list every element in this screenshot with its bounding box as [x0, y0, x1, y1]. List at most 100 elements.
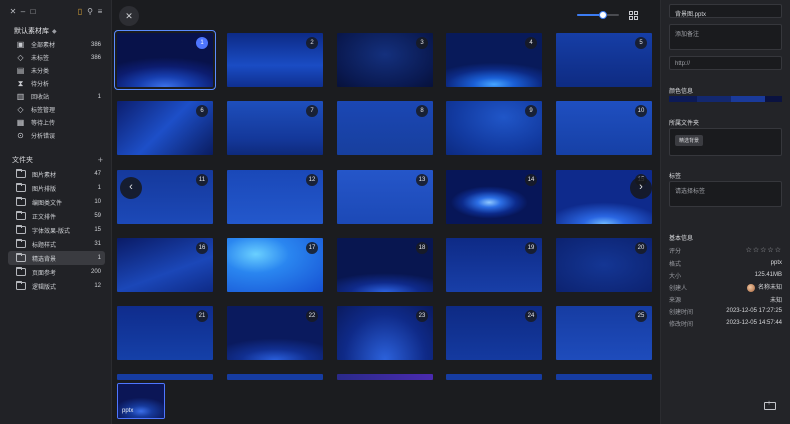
created-row: 创建时间 2023-12-05 17:27:25 [669, 306, 782, 316]
thumbnail-card[interactable]: 3 [337, 33, 433, 87]
bookmark-icon[interactable]: ▯ [75, 6, 85, 18]
nav-item-label: 全部素材 [31, 43, 56, 49]
nav-item-analysis-errors[interactable]: ⊙ 分析错误 [8, 129, 105, 142]
palette-swatch[interactable] [765, 96, 782, 102]
thumbnail-number-badge: 4 [525, 37, 537, 49]
folder-item[interactable]: 逻辑版式 12 [8, 279, 105, 293]
folder-field[interactable]: 精选背景 [669, 128, 782, 156]
thumbnail-number-badge: 1 [196, 37, 208, 49]
tag-field[interactable]: 请选择标签 [669, 181, 782, 207]
close-window-icon[interactable]: ✕ [8, 6, 18, 18]
thumbnail-card[interactable]: 1 [114, 30, 216, 90]
thumbnail-card[interactable]: 24 [446, 306, 542, 360]
thumbnail-number-badge: 3 [416, 37, 428, 49]
error-icon: ⊙ [17, 131, 24, 140]
thumbnail-card[interactable]: 22 [227, 306, 323, 360]
file-type-label: pptx [122, 408, 134, 414]
folder-item[interactable]: 正文排件 59 [8, 209, 105, 223]
folder-icon [16, 169, 26, 178]
format-row: 格式 pptx [669, 258, 782, 268]
thumbnail-number-badge: 8 [416, 105, 428, 117]
thumbnail-card[interactable]: 2 [227, 33, 323, 87]
unclassified-icon: ▤ [16, 66, 25, 75]
nav-item-trash[interactable]: ▥ 回收站 1 [8, 90, 105, 103]
next-arrow-button[interactable]: › [630, 177, 652, 199]
thumbnail-number-badge: 7 [306, 105, 318, 117]
palette-swatch[interactable] [731, 96, 766, 102]
menu-icon[interactable]: ≡ [95, 6, 105, 18]
selection-tray: pptx [113, 380, 659, 424]
thumbnail-card[interactable]: 21 [117, 306, 213, 360]
nav-item-label: 分析错误 [31, 134, 56, 140]
thumbnail-card[interactable]: 23 [337, 306, 433, 360]
folder-item[interactable]: 页面参考 200 [8, 265, 105, 279]
folder-label: 页面参考 [32, 270, 57, 277]
grid-view-icon[interactable] [629, 10, 638, 20]
thumbnail-card[interactable]: 7 [227, 101, 323, 155]
thumbnail-card[interactable]: 13 [337, 170, 433, 224]
thumbnail-number-badge: 18 [416, 242, 428, 254]
nav-item-pending-upload[interactable]: ▦ 等待上传 [8, 116, 105, 129]
tray-thumbnail[interactable]: pptx [117, 383, 165, 419]
nav-item-unclassified[interactable]: ▤ 未分类 [8, 64, 105, 77]
folder-count: 47 [94, 171, 101, 177]
add-folder-icon[interactable]: + [98, 155, 103, 165]
nav-item-label: 标签管理 [31, 108, 56, 114]
maximize-icon[interactable]: □ [28, 6, 38, 18]
folder-section-title: 所属文件夹 [669, 121, 700, 127]
open-folder-icon[interactable] [764, 400, 776, 410]
thumbnail-card[interactable]: 14 [446, 170, 542, 224]
zoom-slider[interactable] [577, 11, 619, 19]
folder-count: 12 [94, 283, 101, 289]
thumbnail-card[interactable]: 18 [337, 238, 433, 292]
nav-item-all-assets[interactable]: ▣ 全部素材 386 [8, 38, 105, 51]
folder-chip[interactable]: 精选背景 [675, 135, 704, 146]
folder-item-selected[interactable]: 精选背景 1 [8, 251, 105, 265]
folders-header: 文件夹 + [12, 155, 103, 165]
thumbnail-card[interactable]: 16 [117, 238, 213, 292]
thumbnail-card[interactable]: 9 [446, 101, 542, 155]
thumbnail-card[interactable]: 8 [337, 101, 433, 155]
folder-item[interactable]: 标题样式 31 [8, 237, 105, 251]
folder-label: 图片排版 [32, 186, 57, 193]
folder-icon [16, 267, 26, 276]
thumbnail-card[interactable]: 4 [446, 33, 542, 87]
url-field[interactable]: http:// [669, 56, 782, 70]
creator-label: 创建人 [669, 285, 688, 292]
asset-grid: ✕ 12345678910111213141516171819202122232… [113, 0, 659, 424]
close-preview-button[interactable]: ✕ [119, 6, 139, 26]
thumbnail-card[interactable]: 17 [227, 238, 323, 292]
rating-stars[interactable]: ☆☆☆☆☆ [703, 246, 782, 254]
file-name-field[interactable]: 背景图.pptx [669, 4, 782, 18]
thumbnail-card[interactable]: 20 [556, 238, 652, 292]
pin-icon[interactable]: ⚲ [85, 6, 95, 18]
upload-icon: ▦ [16, 118, 25, 127]
thumbnail-card[interactable]: 25 [556, 306, 652, 360]
created-value: 2023-12-05 17:27:25 [726, 308, 782, 314]
palette-swatch[interactable] [697, 96, 732, 102]
zoom-slider-handle[interactable] [599, 11, 608, 19]
thumbnail-card[interactable]: 12 [227, 170, 323, 224]
nav-item-pending-analysis[interactable]: ⧗ 待分析 [8, 77, 105, 90]
nav-item-label: 未分类 [31, 69, 50, 75]
folder-icon [16, 253, 26, 262]
thumbnail-card[interactable]: 5 [556, 33, 652, 87]
folder-item[interactable]: 字体效果-版式 15 [8, 223, 105, 237]
folder-item[interactable]: 图片排版 1 [8, 181, 105, 195]
folder-item[interactable]: 编图类文件 10 [8, 195, 105, 209]
folder-item[interactable]: 图片素材 47 [8, 167, 105, 181]
minimize-icon[interactable]: – [18, 6, 28, 18]
thumbnail-card[interactable]: 10 [556, 101, 652, 155]
thumbnail-card[interactable]: 19 [446, 238, 542, 292]
palette-swatch[interactable] [669, 96, 698, 102]
library-selector[interactable]: 默认素材库 ◆ [14, 26, 57, 36]
folder-icon [16, 197, 26, 206]
nav-item-untagged[interactable]: ◇ 未标签 386 [8, 51, 105, 64]
thumbnail-number-badge: 22 [306, 310, 318, 322]
nav-item-tag-management[interactable]: ◇ 标签管理 [8, 103, 105, 116]
prev-arrow-button[interactable]: ‹ [120, 177, 142, 199]
note-field[interactable]: 添加备注 [669, 24, 782, 50]
folder-count: 200 [90, 269, 101, 275]
thumbnail-card[interactable]: 6 [117, 101, 213, 155]
thumbnail-number-badge: 14 [525, 174, 537, 186]
